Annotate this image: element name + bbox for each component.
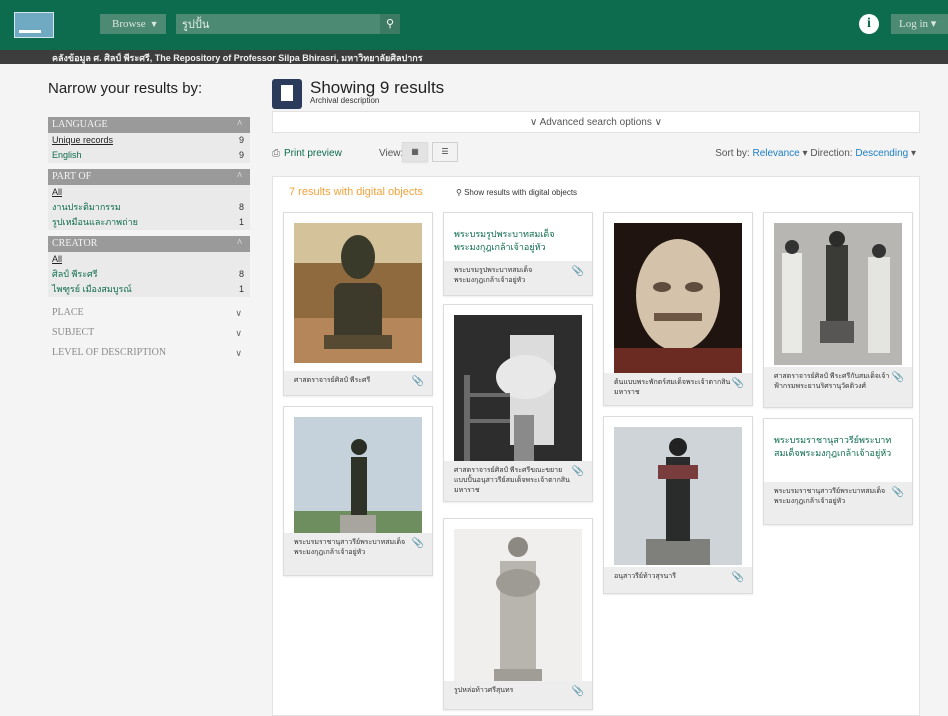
facet-item[interactable]: ศิลป์ พีระศรี 8 (48, 267, 250, 282)
card-thumbnail (454, 315, 582, 465)
card-title-link[interactable]: พระบรมรูปพระบาทสมเด็จพระมงกุฎเกล้าเจ้าอย… (454, 228, 574, 254)
result-card[interactable]: อนุสาวรีย์ท้าวสุรนารี 📎 (603, 416, 753, 594)
card-title-link[interactable]: พระบรมราชานุสาวรีย์พระบาทสมเด็จพระมงกุฎเ… (774, 434, 894, 460)
facet-item[interactable]: ไพฑูรย์ เมืองสมบูรณ์ 1 (48, 282, 250, 297)
paperclip-icon: 📎 (571, 466, 584, 477)
facet-place[interactable]: PLACE ∨ (48, 303, 250, 323)
archival-description-icon (272, 79, 302, 109)
result-card[interactable]: รูปหล่อท้าวศรีสุนทร 📎 (443, 518, 593, 710)
printer-icon: ⎙ (272, 148, 280, 159)
card-view-button[interactable]: ▦ (402, 142, 428, 162)
chevron-down-icon: ∨ (235, 348, 242, 358)
results-panel: 7 results with digital objects ⚲ Show re… (272, 176, 920, 716)
show-digital-objects-link[interactable]: ⚲ Show results with digital objects (456, 188, 577, 197)
repository-title[interactable]: คลังข้อมูล ศ. ศิลป์ พีระศรี, The Reposit… (52, 51, 423, 65)
facet-item[interactable]: รูปเหมือนและภาพถ่าย 1 (48, 215, 250, 230)
card-thumbnail (614, 427, 742, 565)
facet-language: LANGUAGE ^ Unique records 9 English 9 (48, 117, 250, 163)
paperclip-icon: 📎 (891, 372, 904, 383)
card-thumbnail (614, 223, 742, 373)
site-logo[interactable] (14, 12, 54, 38)
login-button[interactable]: Log in ▾ (891, 14, 948, 34)
page-title: Showing 9 results (310, 78, 445, 97)
chevron-down-icon: ∨ (235, 328, 242, 338)
browse-menu-button[interactable]: Browse ▼ (100, 14, 166, 34)
grid-icon: ▦ (411, 147, 419, 156)
top-navbar: Browse▼ ⚲ i Log in ▾ (0, 0, 948, 50)
paperclip-icon: 📎 (411, 376, 424, 387)
facet-item[interactable]: งานประติมากรรม 8 (48, 200, 250, 215)
paperclip-icon: 📎 (411, 538, 424, 549)
facet-sidebar: Narrow your results by: LANGUAGE ^ Unique… (48, 80, 250, 363)
result-card[interactable]: พระบรมราชานุสาวรีย์พระบาทสมเด็จพระมงกุฎเ… (763, 418, 913, 525)
facet-item[interactable]: Unique records 9 (48, 133, 250, 148)
search-input[interactable] (176, 14, 388, 34)
repository-bar: คลังข้อมูล ศ. ศิลป์ พีระศรี, The Reposit… (0, 50, 948, 64)
caret-down-icon: ▾ (910, 148, 916, 159)
paperclip-icon: 📎 (731, 378, 744, 389)
facet-part-of: PART OF ^ All งานประติมากรรม 8 รูปเหมือนแล… (48, 169, 250, 230)
chevron-up-icon: ^ (237, 238, 242, 249)
result-card[interactable]: ต้นแบบพระพักตร์สมเด็จพระเจ้าตากสินมหาราช… (603, 212, 753, 406)
result-card[interactable]: พระบรมราชานุสาวรีย์พระบาทสมเด็จพระมงกุฎเ… (283, 406, 433, 576)
info-icon[interactable]: i (859, 14, 879, 34)
sort-by-dropdown[interactable]: Relevance (752, 148, 799, 159)
direction-dropdown[interactable]: Descending (855, 148, 908, 159)
facet-subject[interactable]: SUBJECT ∨ (48, 323, 250, 343)
double-chevron-down-icon: ∨ (530, 117, 538, 128)
card-thumbnail (294, 223, 422, 363)
card-thumbnail (774, 223, 902, 365)
facet-language-header[interactable]: LANGUAGE ^ (48, 117, 250, 133)
search-icon: ⚲ (385, 18, 395, 30)
chevron-up-icon: ^ (237, 119, 242, 130)
page-subtitle: Archival description (310, 96, 380, 105)
card-thumbnail (294, 417, 422, 533)
search-button[interactable]: ⚲ (380, 14, 400, 34)
facet-item[interactable]: All (48, 185, 250, 200)
facet-creator-header[interactable]: CREATOR ^ (48, 236, 250, 252)
print-preview-link[interactable]: ⎙ Print preview (272, 148, 342, 159)
digital-objects-count: 7 results with digital objects (289, 186, 423, 198)
result-card[interactable]: ศาสตราจารย์ศิลป์ พีระศรีกับสมเด็จเจ้าฟ้า… (763, 212, 913, 408)
paperclip-icon: 📎 (571, 686, 584, 697)
facet-item[interactable]: English 9 (48, 148, 250, 163)
paperclip-icon: 📎 (571, 266, 584, 277)
facet-part-of-header[interactable]: PART OF ^ (48, 169, 250, 185)
facet-level[interactable]: LEVEL OF DESCRIPTION ∨ (48, 343, 250, 363)
chevron-down-icon: ▼ (149, 19, 159, 29)
paperclip-icon: 📎 (891, 487, 904, 498)
result-card[interactable]: ศาสตราจารย์ศิลป์ พีระศรี 📎 (283, 212, 433, 396)
view-label: View: (379, 148, 404, 159)
sidebar-title: Narrow your results by: (48, 80, 203, 97)
paperclip-icon: 📎 (731, 572, 744, 583)
double-chevron-down-icon: ∨ (654, 117, 662, 128)
list-icon: ☰ (441, 147, 449, 156)
result-card[interactable]: พระบรมรูปพระบาทสมเด็จพระมงกุฎเกล้าเจ้าอย… (443, 212, 593, 296)
facet-creator: CREATOR ^ All ศิลป์ พีระศรี 8 ไพฑูรย์ เมือ… (48, 236, 250, 297)
results-toolbar: ⎙ Print preview View: ▦ ☰ Sort by: Releva… (272, 142, 920, 164)
facet-item[interactable]: All (48, 252, 250, 267)
chevron-up-icon: ^ (237, 171, 242, 182)
search-icon: ⚲ (456, 188, 462, 197)
sort-controls: Sort by: Relevance ▾ Direction: Descendi… (715, 148, 916, 159)
card-thumbnail (454, 529, 582, 683)
advanced-search-toggle[interactable]: ∨ Advanced search options ∨ (272, 111, 920, 133)
chevron-down-icon: ∨ (235, 308, 242, 318)
table-view-button[interactable]: ☰ (432, 142, 458, 162)
result-card[interactable]: ศาสตราจารย์ศิลป์ พีระศรีขณะขยายแบบปั้นอน… (443, 304, 593, 502)
